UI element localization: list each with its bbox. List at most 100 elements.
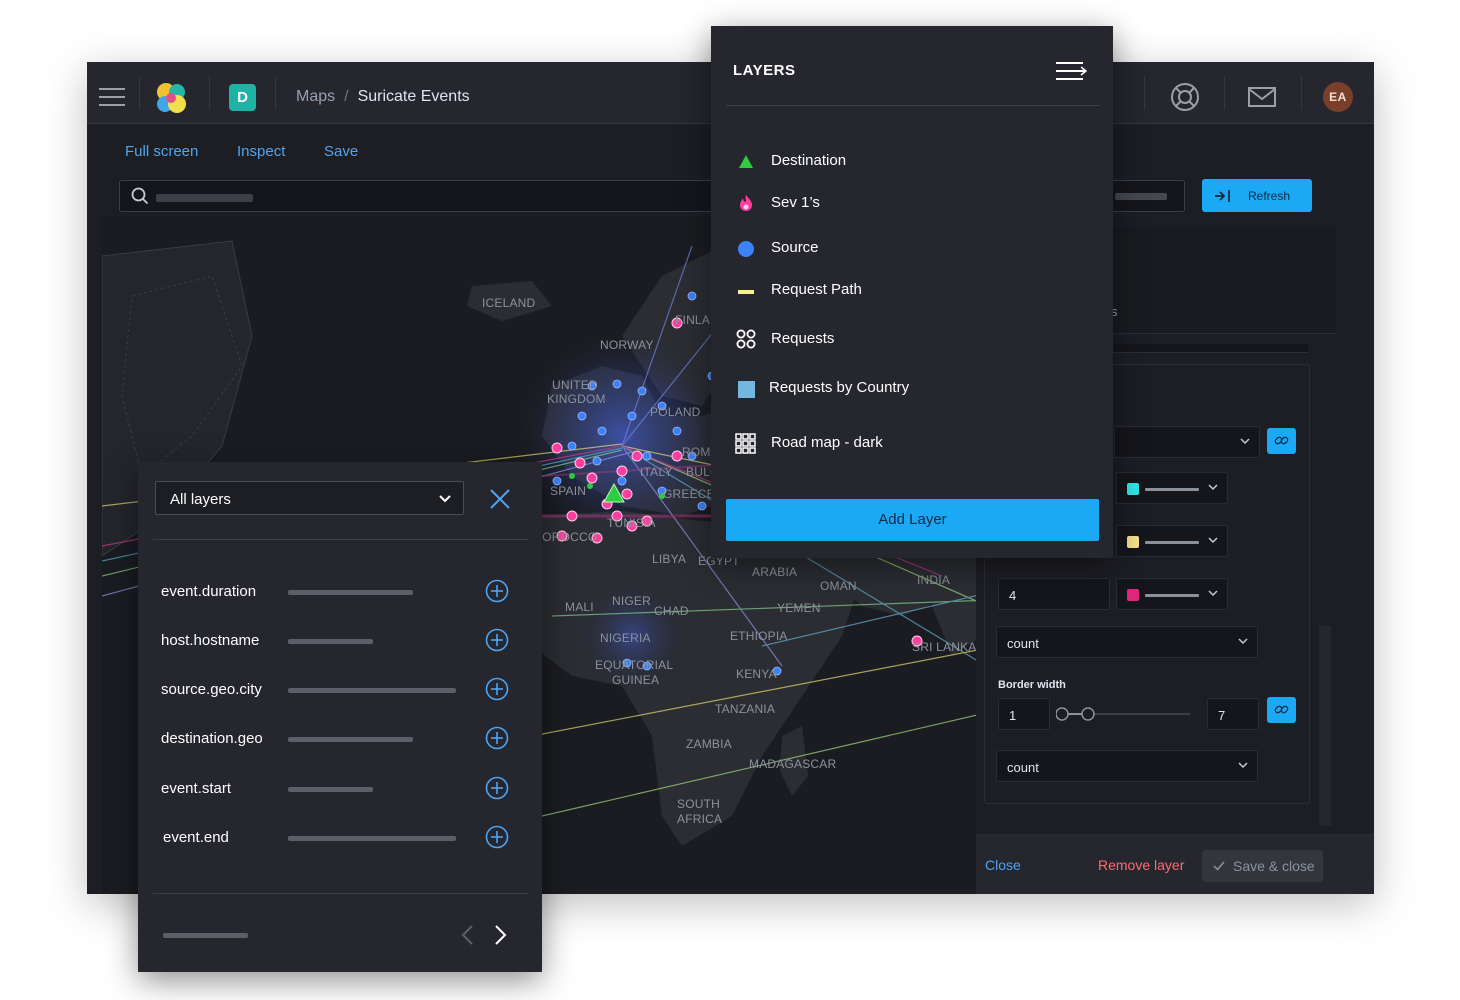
check-icon [1213,861,1225,871]
attribute-value-bar [288,737,413,742]
layer-filter-value: All layers [170,491,231,508]
layer-filter-select[interactable]: All layers [155,481,464,515]
attribute-row: event.duration [161,579,521,607]
count-select-value: count [1007,760,1039,775]
map-label: EQUATORIAL [595,658,674,672]
map-label: ETHIOPIA [730,629,788,643]
layer-label: Sev 1’s [771,194,820,211]
border-color-picker[interactable] [1116,525,1228,557]
count-select[interactable]: count [996,626,1258,658]
refresh-label: Refresh [1248,189,1291,203]
link-button[interactable] [1267,428,1296,454]
add-layer-button[interactable]: Add Layer [726,499,1099,541]
menu-icon[interactable] [99,88,125,106]
add-filter-icon[interactable] [485,776,509,800]
save-close-label: Save & close [1233,858,1315,874]
map-label: GUINEA [612,673,660,687]
user-avatar[interactable]: EA [1323,82,1353,112]
inspect-link[interactable]: Inspect [237,143,285,160]
mail-icon[interactable] [1245,80,1279,114]
square-icon [738,381,755,398]
color-value-bar [1145,488,1199,491]
map-label: MADAGASCAR [749,757,837,771]
save-link[interactable]: Save [324,143,358,160]
attribute-row: event.end [161,825,521,853]
breadcrumb: Maps / Suricate Events [296,88,470,106]
refresh-button[interactable]: Refresh [1202,179,1312,212]
count-select[interactable]: count [996,750,1258,782]
triangle-icon [739,155,753,168]
border-width-min[interactable]: 1 [998,698,1050,730]
help-icon[interactable] [1168,80,1202,114]
link-icon [1274,436,1289,445]
header-divider [275,76,276,110]
layer-item-sev1[interactable]: Sev 1’s [735,190,1085,216]
fill-color-picker[interactable] [1116,472,1228,504]
layers-title: LAYERS [733,62,796,79]
layer-item-source[interactable]: Source [735,235,1085,261]
map-label: SOUTH [677,797,720,811]
close-icon[interactable] [488,487,512,511]
map-label: FINLA [675,313,711,327]
attribute-row: destination.geo [161,726,521,754]
attribute-name: event.duration [161,583,257,600]
map-label: TANZANIA [715,702,776,716]
add-filter-icon[interactable] [485,825,509,849]
border-max-value: 7 [1218,708,1226,723]
border-width-slider[interactable] [1056,704,1198,724]
save-close-button[interactable]: Save & close [1202,850,1323,882]
link-button[interactable] [1267,697,1296,723]
layer-item-requests-by-country[interactable]: Requests by Country [735,375,1085,401]
add-filter-icon[interactable] [485,579,509,603]
remove-layer-button[interactable]: Remove layer [1098,857,1184,873]
attribute-value-bar [288,590,413,595]
map-label: MALI [565,600,594,614]
link-icon [1274,705,1289,714]
attribute-value-bar [288,836,456,841]
layer-label: Road map - dark [771,434,883,451]
collapse-menu-icon[interactable] [1055,60,1087,82]
attrs-divider [153,893,529,894]
map-label: AFRICA [677,812,723,826]
header-divider [1301,76,1302,110]
chevron-down-icon [1208,590,1218,597]
date-picker-placeholder[interactable] [1115,193,1167,200]
breadcrumb-separator: / [344,88,349,105]
attribute-value-bar [288,688,456,693]
close-button[interactable]: Close [985,857,1021,873]
style-select[interactable] [1114,426,1260,458]
attributes-panel: All layers event.duration host.hostname … [138,462,542,972]
full-screen-link[interactable]: Full screen [125,143,198,160]
layer-label: Request Path [771,281,862,298]
attribute-name: event.end [163,829,229,846]
layer-item-request-path[interactable]: Request Path [735,277,1085,303]
layer-item-road-map-dark[interactable]: Road map - dark [735,430,1085,456]
attribute-name: destination.geo [161,730,263,747]
attribute-name: source.geo.city [161,681,262,698]
attribute-value-bar [288,639,373,644]
layer-item-requests[interactable]: Requests [735,326,1085,352]
add-filter-icon[interactable] [485,726,509,750]
refresh-arrow-icon [1215,190,1230,202]
layer-item-destination[interactable]: Destination [735,148,1085,174]
map-label: NIGER [612,594,652,608]
chevron-down-icon [1208,537,1218,544]
chevron-down-icon [1208,484,1218,491]
elastic-logo[interactable] [153,80,189,116]
add-filter-icon[interactable] [485,677,509,701]
layer-label: Destination [771,152,847,169]
add-filter-icon[interactable] [485,628,509,652]
label-color-picker[interactable] [1116,578,1228,610]
map-label: NORWAY [600,338,654,352]
value-input[interactable]: 4 [998,578,1110,610]
color-swatch [1127,589,1139,601]
breadcrumb-maps[interactable]: Maps [296,88,335,105]
editor-scrollbar[interactable] [1319,626,1331,826]
color-swatch [1127,483,1139,495]
map-label: SRI LANKA [912,640,977,654]
chevron-right-icon[interactable] [492,923,510,947]
space-avatar[interactable]: D [229,84,256,111]
border-width-max[interactable]: 7 [1207,698,1259,730]
chevron-left-icon[interactable] [458,923,476,947]
color-value-bar [1145,594,1199,597]
